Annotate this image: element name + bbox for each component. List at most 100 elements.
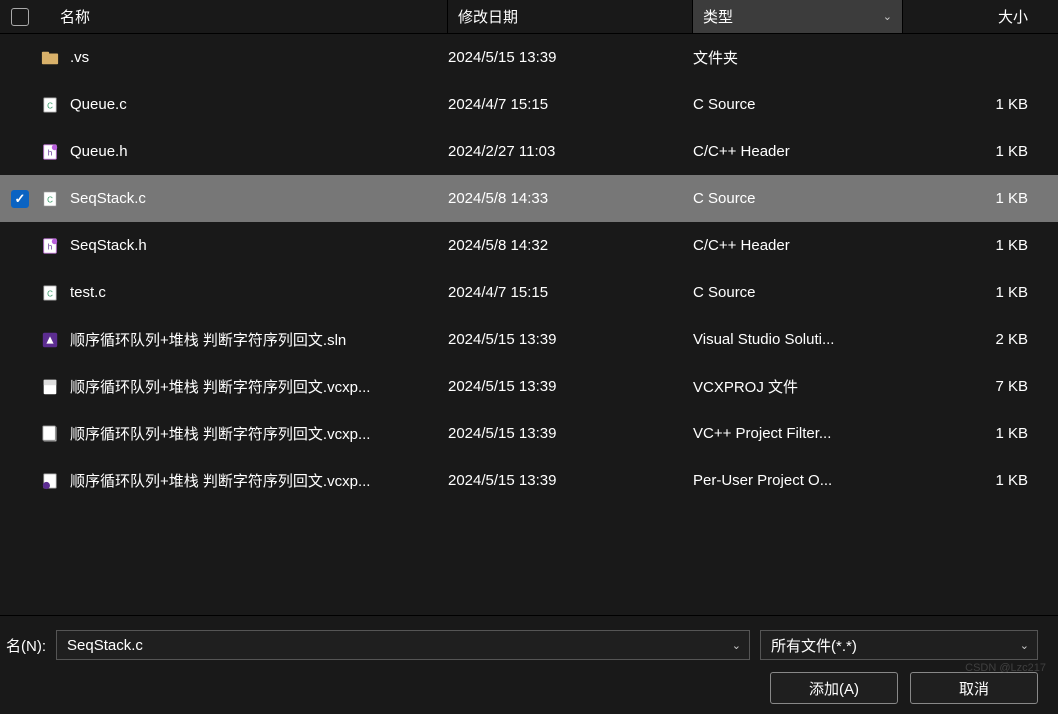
row-size-cell: 1 KB [903,96,1058,113]
table-row[interactable]: 顺序循环队列+堆栈 判断字符序列回文.sln 2024/5/15 13:39Vis… [0,316,1058,363]
folder-icon [40,48,60,68]
chevron-down-icon: ⌄ [883,10,892,23]
table-row[interactable]: Ctest.c2024/4/7 15:15C Source1 KB [0,269,1058,316]
row-date-cell: 2024/5/15 13:39 [448,49,693,66]
row-date-cell: 2024/4/7 15:15 [448,96,693,113]
row-type-cell: C/C++ Header [693,237,903,254]
file-name: test.c [70,284,106,301]
file-name: 顺序循环队列+堆栈 判断字符序列回文.vcxp... [70,423,370,444]
row-date-cell: 2024/2/27 11:03 [448,143,693,160]
column-header-size[interactable]: 大小 [903,0,1058,33]
row-size-cell: 1 KB [903,190,1058,207]
h-file-icon: h [40,236,60,256]
checkbox-icon[interactable] [11,8,29,26]
row-date-cell: 2024/5/8 14:32 [448,237,693,254]
user-icon [40,471,60,491]
file-name: 顺序循环队列+堆栈 判断字符序列回文.vcxp... [70,470,370,491]
row-name-cell[interactable]: 顺序循环队列+堆栈 判断字符序列回文.vcxp... [40,423,448,444]
table-row[interactable]: .vs 2024/5/15 13:39文件夹 [0,34,1058,81]
row-name-cell[interactable]: Ctest.c [40,283,448,303]
file-name: SeqStack.h [70,237,147,254]
table-row[interactable]: 顺序循环队列+堆栈 判断字符序列回文.vcxp... 2024/5/15 13:3… [0,363,1058,410]
row-size-cell: 1 KB [903,143,1058,160]
row-date-cell: 2024/5/8 14:33 [448,190,693,207]
column-header-type[interactable]: 类型 ⌄ [693,0,903,33]
header-select-all[interactable] [0,0,40,33]
filename-input[interactable]: SeqStack.c ⌄ [56,630,750,660]
row-date-cell: 2024/5/15 13:39 [448,472,693,489]
filename-label: 名(N): [0,635,46,656]
file-name: 顺序循环队列+堆栈 判断字符序列回文.vcxp... [70,376,370,397]
row-size-cell: 7 KB [903,378,1058,395]
c-file-icon: C [40,283,60,303]
row-size-cell: 1 KB [903,472,1058,489]
cancel-button[interactable]: 取消 [910,672,1038,704]
svg-text:h: h [48,242,53,251]
file-name: Queue.c [70,96,127,113]
table-row[interactable]: 顺序循环队列+堆栈 判断字符序列回文.vcxp... 2024/5/15 13:3… [0,410,1058,457]
file-name: 顺序循环队列+堆栈 判断字符序列回文.sln [70,329,346,350]
row-type-cell: C Source [693,96,903,113]
column-header-date-label: 修改日期 [458,6,518,27]
filename-value: SeqStack.c [67,637,143,654]
vcxproj-icon [40,377,60,397]
row-size-cell: 1 KB [903,425,1058,442]
column-header-row: 名称 修改日期 类型 ⌄ 大小 [0,0,1058,34]
row-name-cell[interactable]: .vs [40,48,448,68]
file-name: .vs [70,49,89,66]
row-date-cell: 2024/5/15 13:39 [448,378,693,395]
row-name-cell[interactable]: h SeqStack.h [40,236,448,256]
file-type-filter[interactable]: 所有文件(*.*) ⌄ [760,630,1038,660]
add-button[interactable]: 添加(A) [770,672,898,704]
row-name-cell[interactable]: 顺序循环队列+堆栈 判断字符序列回文.sln [40,329,448,350]
filters-icon [40,424,60,444]
file-list: .vs2024/5/15 13:39文件夹CQueue.c2024/4/7 15… [0,34,1058,615]
row-type-cell: Visual Studio Soluti... [693,331,903,348]
row-type-cell: VCXPROJ 文件 [693,376,903,397]
cancel-button-label: 取消 [959,678,989,699]
chevron-down-icon[interactable]: ⌄ [732,639,741,652]
c-file-icon: C [40,95,60,115]
column-header-date[interactable]: 修改日期 [448,0,693,33]
row-name-cell[interactable]: C Queue.c [40,95,448,115]
file-name: Queue.h [70,143,128,160]
row-size-cell: 2 KB [903,331,1058,348]
row-name-cell[interactable]: 顺序循环队列+堆栈 判断字符序列回文.vcxp... [40,470,448,491]
dialog-footer: 名(N): SeqStack.c ⌄ 所有文件(*.*) ⌄ 添加(A) 取消 [0,615,1058,714]
row-type-cell: 文件夹 [693,47,903,68]
svg-text:h: h [48,148,53,157]
c-file-icon: C [40,189,60,209]
row-date-cell: 2024/4/7 15:15 [448,284,693,301]
row-size-cell: 1 KB [903,284,1058,301]
column-header-name-label: 名称 [60,6,90,27]
column-header-name[interactable]: 名称 [40,0,448,33]
row-date-cell: 2024/5/15 13:39 [448,331,693,348]
row-name-cell[interactable]: C SeqStack.c [40,189,448,209]
checkbox-icon[interactable] [11,190,29,208]
row-type-cell: VC++ Project Filter... [693,425,903,442]
row-type-cell: Per-User Project O... [693,472,903,489]
table-row[interactable]: C Queue.c 2024/4/7 15:15C Source1 KB [0,81,1058,128]
filter-value: 所有文件(*.*) [771,635,857,656]
svg-text:C: C [47,289,53,298]
row-type-cell: C/C++ Header [693,143,903,160]
row-size-cell: 1 KB [903,237,1058,254]
h-file-icon: h [40,142,60,162]
column-header-type-label: 类型 [703,6,733,27]
row-type-cell: C Source [693,190,903,207]
table-row[interactable]: C SeqStack.c 2024/5/8 14:33C Source1 KB [0,175,1058,222]
table-row[interactable]: h Queue.h 2024/2/27 11:03C/C++ Header1 KB [0,128,1058,175]
row-name-cell[interactable]: 顺序循环队列+堆栈 判断字符序列回文.vcxp... [40,376,448,397]
row-date-cell: 2024/5/15 13:39 [448,425,693,442]
svg-text:C: C [47,195,53,204]
row-type-cell: C Source [693,284,903,301]
file-name: SeqStack.c [70,190,146,207]
row-name-cell[interactable]: h Queue.h [40,142,448,162]
sln-icon [40,330,60,350]
row-checkbox-cell[interactable] [0,190,40,208]
chevron-down-icon[interactable]: ⌄ [1020,639,1029,652]
column-header-size-label: 大小 [998,6,1028,27]
table-row[interactable]: 顺序循环队列+堆栈 判断字符序列回文.vcxp... 2024/5/15 13:3… [0,457,1058,504]
table-row[interactable]: h SeqStack.h 2024/5/8 14:32C/C++ Header1 K… [0,222,1058,269]
svg-text:C: C [47,101,53,110]
